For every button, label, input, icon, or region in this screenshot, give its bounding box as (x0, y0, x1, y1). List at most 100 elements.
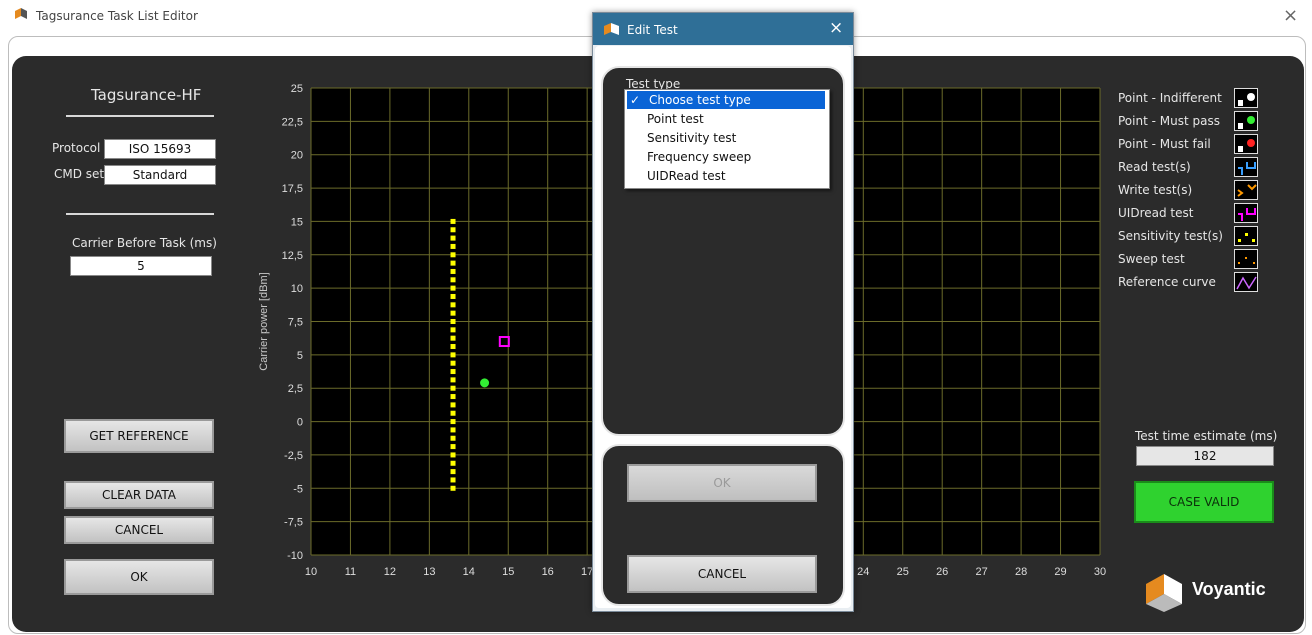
reference-curve-icon (1234, 272, 1258, 292)
dialog-cancel-button[interactable]: CANCEL (627, 555, 817, 593)
legend-item: UIDread test (1118, 203, 1268, 223)
x-tick-label: 26 (936, 566, 948, 578)
protocol-label: Protocol (52, 141, 101, 155)
y-tick-label: 7,5 (288, 317, 303, 329)
option-point-test[interactable]: Point test (625, 110, 827, 128)
estimate-label: Test time estimate (ms) (1135, 429, 1278, 443)
point-must-fail-icon (1234, 134, 1258, 154)
sensitivity-test-point (450, 252, 456, 258)
sensitivity-test-point (450, 377, 456, 383)
y-tick-label: 0 (297, 417, 303, 429)
sensitivity-test-point (450, 452, 456, 458)
sensitivity-test-point (450, 469, 456, 475)
divider-middle (66, 213, 214, 215)
legend-label: Write test(s) (1118, 183, 1193, 197)
sensitivity-test-point (450, 402, 456, 408)
x-tick-label: 27 (976, 566, 988, 578)
sensitivity-test-point (450, 419, 456, 425)
sensitivity-test-point (450, 235, 456, 241)
y-tick-label: 5 (297, 350, 303, 362)
y-tick-label: -2,5 (284, 450, 303, 462)
voyantic-logo-icon (1146, 574, 1182, 612)
protocol-field[interactable]: ISO 15693 (104, 139, 216, 159)
dialog-title: Edit Test (627, 23, 678, 37)
y-tick-label: 12,5 (282, 250, 303, 262)
brand-name: Voyantic (1192, 579, 1266, 599)
sensitivity-test-point (450, 268, 456, 274)
sensitivity-test-point (450, 243, 456, 249)
sensitivity-test-point (450, 394, 456, 400)
carrier-label: Carrier Before Task (ms) (72, 236, 217, 250)
y-tick-label: 2,5 (288, 383, 303, 395)
y-tick-label: 15 (291, 216, 303, 228)
sensitivity-test-point (450, 485, 456, 491)
x-tick-label: 29 (1054, 566, 1066, 578)
y-tick-label: 17,5 (282, 183, 303, 195)
case-valid-indicator: CASE VALID (1134, 481, 1274, 523)
x-tick-label: 15 (502, 566, 514, 578)
carrier-field[interactable]: 5 (70, 256, 212, 276)
option-uidread-test[interactable]: UIDRead test (625, 167, 827, 185)
legend-item: Point - Must pass (1118, 111, 1268, 131)
y-tick-label: 10 (291, 283, 303, 295)
sensitivity-test-point (450, 335, 456, 341)
device-name: Tagsurance-HF (91, 86, 202, 104)
cmdset-label: CMD set (54, 167, 105, 181)
write-test-icon (1234, 180, 1258, 200)
legend-label: Point - Must fail (1118, 137, 1211, 151)
x-tick-label: 11 (345, 566, 356, 578)
x-tick-label: 28 (1015, 566, 1027, 578)
legend-label: Point - Indifferent (1118, 91, 1222, 105)
get-reference-button[interactable]: GET REFERENCE (64, 419, 214, 453)
x-tick-label: 14 (463, 566, 475, 578)
sensitivity-test-point (450, 227, 456, 233)
cancel-button[interactable]: CANCEL (64, 516, 214, 544)
cmdset-field[interactable]: Standard (104, 165, 216, 185)
dialog-close-button[interactable]: × (829, 18, 843, 38)
sensitivity-test-point (450, 310, 456, 316)
legend-item: Point - Indifferent (1118, 88, 1268, 108)
divider-top (66, 115, 214, 117)
sensitivity-test-point (450, 218, 456, 224)
option-label: Choose test type (649, 93, 751, 107)
legend-label: Sensitivity test(s) (1118, 229, 1223, 243)
estimate-value: 182 (1136, 446, 1274, 466)
y-tick-label: 20 (291, 150, 303, 162)
window-title: Tagsurance Task List Editor (36, 9, 198, 23)
sensitivity-test-point (450, 427, 456, 433)
sweep-test-icon (1234, 249, 1258, 269)
x-tick-label: 30 (1094, 566, 1106, 578)
app-logo-icon (15, 8, 27, 19)
x-tick-label: 25 (897, 566, 909, 578)
option-frequency-sweep[interactable]: Frequency sweep (625, 148, 827, 166)
x-tick-label: 24 (857, 566, 869, 578)
y-tick-label: 25 (291, 83, 303, 95)
option-sensitivity-test[interactable]: Sensitivity test (625, 129, 827, 147)
test-type-dropdown[interactable]: ✓ Choose test type Point test Sensitivit… (624, 89, 830, 189)
option-choose-test-type[interactable]: ✓ Choose test type (627, 91, 825, 109)
legend-label: Point - Must pass (1118, 114, 1220, 128)
sensitivity-test-point (450, 444, 456, 450)
ok-button[interactable]: OK (64, 559, 214, 595)
legend-label: Sweep test (1118, 252, 1185, 266)
sensitivity-test-point (450, 260, 456, 266)
clear-data-button[interactable]: CLEAR DATA (64, 481, 214, 509)
y-tick-label: 22,5 (282, 116, 303, 128)
legend-item: Sensitivity test(s) (1118, 226, 1268, 246)
sensitivity-test-icon (1234, 226, 1258, 246)
sensitivity-test-point (450, 477, 456, 483)
x-tick-label: 16 (542, 566, 554, 578)
dialog-ok-button[interactable]: OK (627, 464, 817, 502)
sensitivity-test-point (450, 302, 456, 308)
legend-item: Read test(s) (1118, 157, 1268, 177)
sensitivity-test-point (450, 410, 456, 416)
sensitivity-test-point (450, 385, 456, 391)
uidread-test-icon (1234, 203, 1258, 223)
sensitivity-test-point (450, 435, 456, 441)
y-tick-label: -7,5 (284, 517, 303, 529)
sensitivity-test-point (450, 293, 456, 299)
sensitivity-test-point (450, 460, 456, 466)
window-close-button[interactable]: × (1283, 5, 1298, 26)
sensitivity-test-point (450, 327, 456, 333)
dialog-app-icon (604, 23, 619, 35)
